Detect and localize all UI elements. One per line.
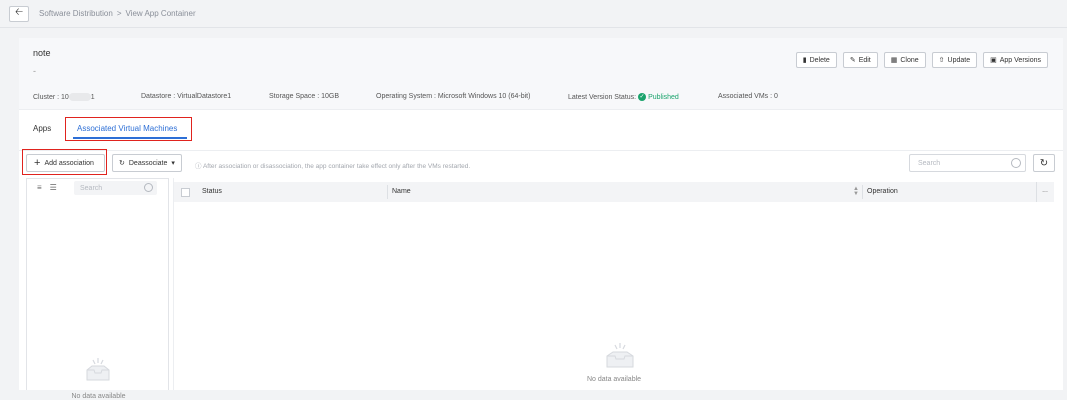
- column-settings-button[interactable]: ...: [1036, 182, 1053, 202]
- column-divider: [387, 185, 388, 199]
- highlight-box-add: [22, 149, 107, 175]
- tab-apps[interactable]: Apps: [33, 124, 51, 133]
- app-versions-button[interactable]: ▣ App Versions: [983, 52, 1048, 68]
- associated-vms: Associated VMs : 0: [718, 93, 778, 100]
- app-list-panel: ≡ ☰ Search No data available: [26, 178, 169, 400]
- caret-down-icon: ▾: [171, 160, 175, 167]
- highlight-box-tab: [65, 117, 192, 141]
- status-badge: Published: [648, 93, 679, 101]
- empty-inbox-icon: [606, 343, 634, 368]
- column-status[interactable]: Status: [202, 188, 222, 195]
- os-info: Operating System : Microsoft Windows 10 …: [376, 93, 531, 100]
- app-search-input[interactable]: Search: [74, 181, 157, 195]
- list-view-icon[interactable]: ☰: [50, 183, 57, 192]
- version-status: Latest Version Status: ✓ Published: [568, 93, 679, 101]
- empty-state-text: No data available: [586, 376, 642, 383]
- redacted-value: [68, 93, 91, 101]
- view-toggle: ≡ ☰: [37, 183, 57, 192]
- select-all-checkbox[interactable]: [181, 188, 190, 197]
- delete-button[interactable]: ▮ Delete: [795, 52, 837, 68]
- toolbar: + Add association ↻ Deassociate ▾ ⓘ After a…: [19, 150, 1063, 174]
- info-icon: ⓘ: [195, 163, 202, 170]
- breadcrumb-separator: >: [116, 9, 122, 18]
- pencil-icon: ✎: [849, 57, 856, 64]
- clone-button[interactable]: ▦ Clone: [883, 52, 926, 68]
- upload-icon: ⇧: [938, 57, 945, 64]
- datastore-info: Datastore : VirtualDatastore1: [141, 93, 232, 100]
- storage-info: Storage Space : 10GB: [269, 93, 340, 100]
- unlink-icon: ↻: [119, 160, 125, 167]
- edit-button[interactable]: ✎ Edit: [842, 52, 878, 68]
- breadcrumb-root[interactable]: Software Distribution: [39, 9, 113, 18]
- archive-icon: ▣: [990, 57, 997, 64]
- sort-icon[interactable]: ▲ ▼: [853, 186, 859, 197]
- refresh-button[interactable]: ↻: [1033, 154, 1055, 172]
- trash-icon: ▮: [802, 57, 807, 64]
- copy-icon: ▦: [890, 57, 898, 64]
- container-title: note: [33, 48, 51, 58]
- check-circle-icon: ✓: [638, 93, 647, 101]
- arrow-left-icon: 🡠: [14, 7, 24, 18]
- main-panel: note - ▮ Delete ✎ Edit ▦ Clone ⇧ Update ▣ App…: [19, 38, 1063, 400]
- tree-view-icon[interactable]: ≡: [37, 183, 42, 192]
- container-info: note - ▮ Delete ✎ Edit ▦ Clone ⇧ Update ▣ App…: [19, 38, 1063, 110]
- search-input[interactable]: Search: [909, 154, 1026, 172]
- container-description: -: [33, 66, 36, 76]
- update-button[interactable]: ⇧ Update: [931, 52, 978, 68]
- column-divider: [862, 185, 863, 199]
- top-bar: 🡠 Software Distribution > View App Conta…: [0, 0, 1067, 28]
- empty-state-text: No data available: [71, 393, 126, 400]
- breadcrumb: Software Distribution > View App Contain…: [39, 9, 196, 18]
- search-icon: [1011, 158, 1021, 168]
- refresh-icon: ↻: [1039, 157, 1049, 169]
- column-operation: Operation: [867, 188, 898, 195]
- breadcrumb-current: View App Container: [125, 9, 196, 18]
- column-name[interactable]: Name: [392, 188, 411, 195]
- action-bar: ▮ Delete ✎ Edit ▦ Clone ⇧ Update ▣ App Versio…: [795, 52, 1048, 68]
- cluster-info: Cluster : 10 1: [33, 93, 95, 101]
- hint-text: ⓘ After association or disassociation, t…: [195, 163, 471, 170]
- table-header: Status Name ▲ ▼ Operation ...: [174, 182, 1054, 202]
- vm-table: Status Name ▲ ▼ Operation ... No data ava…: [173, 178, 1054, 390]
- empty-inbox-icon: [86, 358, 110, 381]
- back-button[interactable]: 🡠: [9, 5, 29, 22]
- search-icon: [144, 183, 153, 192]
- deassociate-dropdown[interactable]: ↻ Deassociate ▾: [112, 154, 182, 172]
